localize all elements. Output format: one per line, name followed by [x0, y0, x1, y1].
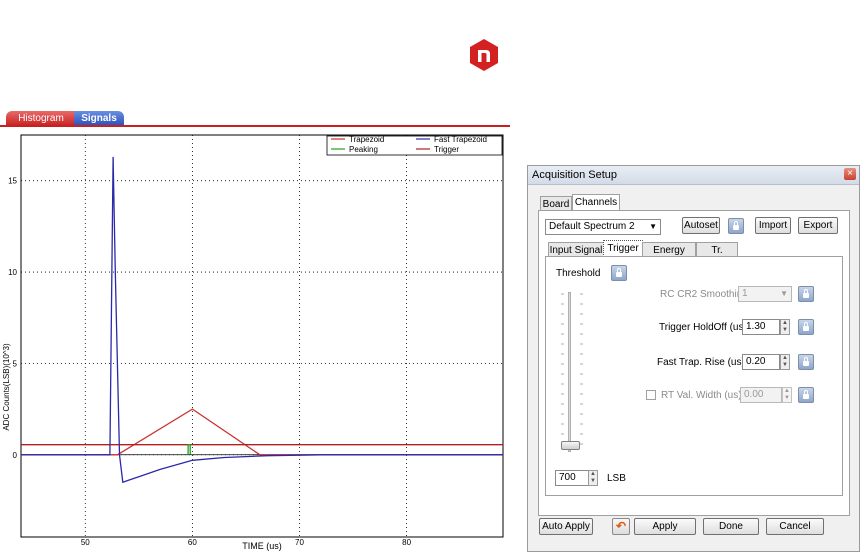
window-titlebar: Acquisition Setup × [528, 166, 859, 185]
y-axis-label: ADC Counts(LSB)(10^3) [2, 343, 11, 431]
rc-cr2-dropdown[interactable]: 1 ▼ [738, 286, 792, 302]
rc-cr2-value: 1 [742, 288, 748, 299]
fast-rise-label: Fast Trap. Rise (us) [657, 357, 745, 368]
lock-icon[interactable] [611, 265, 627, 281]
threshold-input[interactable]: 700 [555, 470, 589, 486]
rt-width-input[interactable]: 0.00 [740, 387, 782, 403]
threshold-unit: LSB [607, 473, 626, 484]
legend-entry: Trigger [434, 145, 459, 154]
fast-rise-spinner[interactable]: ▲ ▼ [780, 354, 790, 370]
x-axis-label: TIME (us) [242, 541, 282, 551]
rt-width-spinner[interactable]: ▲ ▼ [782, 387, 792, 403]
lock-icon[interactable] [798, 286, 814, 302]
fast-rise-input[interactable]: 0.20 [742, 354, 780, 370]
y-tick-label: 15 [8, 177, 17, 186]
rt-width-label: RT Val. Width (us) [661, 390, 742, 401]
holdoff-input[interactable]: 1.30 [742, 319, 780, 335]
legend-entry: Peaking [349, 145, 378, 154]
x-tick-label: 60 [188, 538, 197, 547]
tab-tr-reset[interactable]: Tr. Reset [696, 242, 738, 271]
legend-entry: Trapezoid [349, 135, 384, 144]
chart-legend: Trapezoid Fast Trapezoid Peaking Trigger [326, 135, 503, 156]
threshold-spinner[interactable]: ▲ ▼ [588, 470, 598, 486]
tab-board[interactable]: Board [540, 196, 572, 211]
threshold-slider-handle[interactable] [561, 441, 580, 450]
tab-signals[interactable]: Signals [74, 111, 124, 126]
plot-area [20, 134, 504, 538]
lock-icon[interactable] [798, 319, 814, 335]
window-title: Acquisition Setup [532, 169, 617, 181]
cancel-button[interactable]: Cancel [766, 518, 824, 535]
tab-channels[interactable]: Channels [572, 194, 620, 211]
rc-cr2-label: RC CR2 Smoothing [660, 289, 748, 300]
undo-icon[interactable]: ↶ [612, 518, 630, 535]
signals-plot: 50 60 70 80 0 5 10 15 Trapezoid Fast Trapezoid Pe… [2, 134, 504, 551]
y-tick-label: 0 [13, 451, 18, 460]
y-tick-label: 10 [8, 268, 17, 277]
tab-histogram[interactable]: Histogram [6, 111, 76, 126]
preset-value: Default Spectrum 2 [549, 221, 635, 232]
x-tick-label: 70 [295, 538, 304, 547]
tab-trigger[interactable]: Trigger [603, 240, 643, 257]
export-button[interactable]: Export [798, 217, 838, 234]
tab-input-signal[interactable]: Input Signal [548, 242, 604, 257]
auto-apply-button[interactable]: Auto Apply [539, 518, 593, 535]
tab-energy-filter[interactable]: Energy Filter [642, 242, 696, 271]
apply-button[interactable]: Apply [634, 518, 696, 535]
n-logo-icon [470, 39, 498, 71]
done-button[interactable]: Done [703, 518, 759, 535]
lock-icon[interactable] [798, 354, 814, 370]
preset-dropdown[interactable]: Default Spectrum 2 ▼ [545, 219, 661, 235]
import-button[interactable]: Import [755, 217, 791, 234]
close-button[interactable]: × [844, 168, 856, 180]
signals-chart: 50 60 70 80 0 5 10 15 Trapezoid Fast Trapezoid Pe… [0, 127, 512, 552]
y-tick-label: 5 [13, 359, 18, 368]
lock-icon[interactable] [798, 387, 814, 403]
threshold-label: Threshold [556, 268, 601, 279]
x-tick-label: 80 [402, 538, 411, 547]
holdoff-label: Trigger HoldOff (us) [659, 322, 747, 333]
rt-width-checkbox[interactable] [646, 390, 656, 400]
holdoff-spinner[interactable]: ▲ ▼ [780, 319, 790, 335]
autoset-button[interactable]: Autoset [682, 217, 720, 234]
chevron-down-icon: ▼ [780, 289, 788, 298]
chevron-down-icon: ▼ [649, 222, 657, 231]
slider-ticks [561, 293, 583, 445]
legend-entry: Fast Trapezoid [434, 135, 487, 144]
x-tick-label: 50 [81, 538, 90, 547]
lock-icon[interactable] [728, 218, 744, 234]
